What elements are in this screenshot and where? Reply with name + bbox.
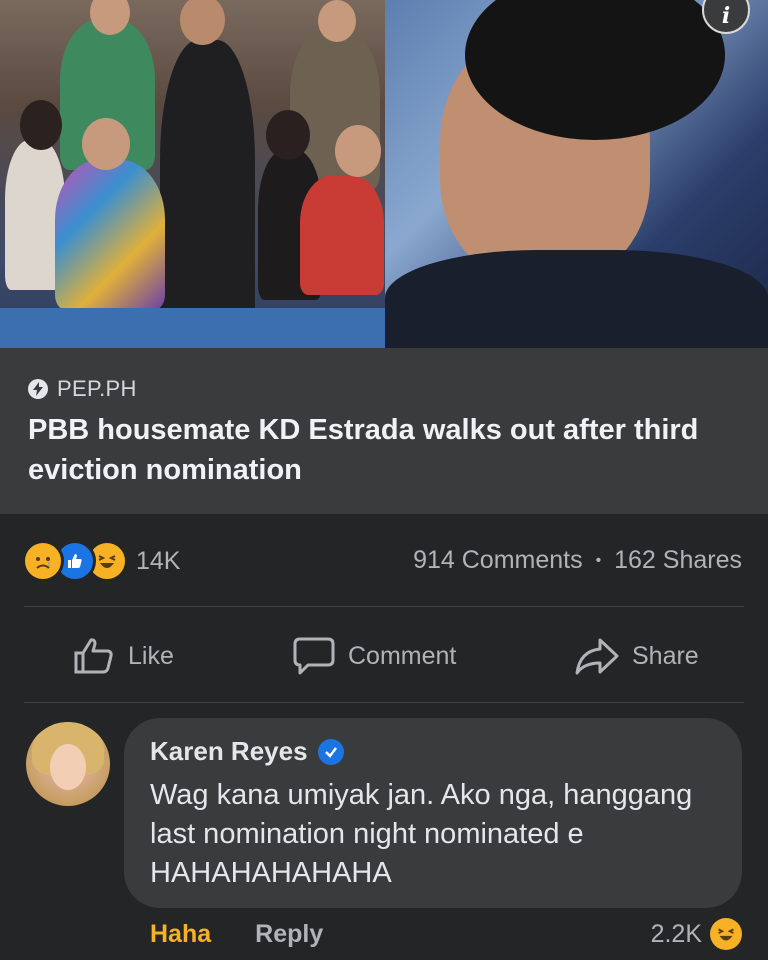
comment-author: Karen Reyes xyxy=(150,736,344,767)
like-button[interactable]: Like xyxy=(72,636,174,676)
comment-text: Wag kana umiyak jan. Ako nga, hanggang l… xyxy=(150,779,693,889)
haha-icon xyxy=(710,918,742,950)
reply-button[interactable]: Reply xyxy=(255,920,323,949)
post-image[interactable]: i xyxy=(0,0,768,348)
link-source-label: PEP.PH xyxy=(57,376,137,401)
housemate-figure xyxy=(160,40,255,340)
housemate-head xyxy=(318,0,356,42)
reaction-summary[interactable]: 14K xyxy=(22,540,180,582)
comment-actions: Haha Reply xyxy=(150,920,323,949)
image-left-panel xyxy=(0,0,385,348)
link-source: PEP.PH xyxy=(28,376,137,402)
verified-badge-icon xyxy=(317,738,344,765)
share-arrow-icon xyxy=(575,638,619,675)
comments-count[interactable]: 914 Comments xyxy=(413,546,583,574)
stats-separator: • xyxy=(595,552,602,570)
housemate-head xyxy=(180,0,225,45)
link-headline[interactable]: PBB housemate KD Estrada walks out after… xyxy=(28,410,728,490)
housemate-head xyxy=(266,110,310,160)
image-right-panel: i xyxy=(385,0,768,348)
comment-reaction-count: 2.2K xyxy=(650,919,702,948)
avatar-face xyxy=(50,744,86,790)
divider xyxy=(24,606,744,607)
author-name[interactable]: Karen Reyes xyxy=(150,736,308,767)
sad-icon xyxy=(22,540,64,582)
comment-bubble-icon xyxy=(293,637,335,675)
share-label: Share xyxy=(632,641,699,670)
lightning-bolt-icon xyxy=(28,379,48,399)
housemate-head xyxy=(20,100,62,150)
divider xyxy=(24,702,744,703)
like-outline-icon xyxy=(74,638,113,674)
shares-count[interactable]: 162 Shares xyxy=(614,546,742,574)
avatar[interactable] xyxy=(26,722,110,806)
jacket xyxy=(385,250,768,348)
share-button[interactable]: Share xyxy=(574,636,699,676)
housemate-figure xyxy=(55,160,165,310)
comment-button[interactable]: Comment xyxy=(292,636,456,676)
sofa xyxy=(0,308,385,348)
comment-bubble: Karen Reyes Wag kana umiyak jan. Ako nga… xyxy=(124,718,742,908)
post-action-bar: Like Comment Share xyxy=(0,608,768,702)
housemate-head xyxy=(82,118,130,170)
comment-reaction-button[interactable]: Haha xyxy=(150,920,211,949)
housemate-figure xyxy=(300,175,384,295)
like-label: Like xyxy=(128,641,174,670)
comment-label: Comment xyxy=(348,641,457,670)
link-preview-card[interactable]: PEP.PH PBB housemate KD Estrada walks ou… xyxy=(0,348,768,514)
reaction-count: 14K xyxy=(136,546,181,575)
housemate-head xyxy=(335,125,381,177)
comments-shares: 914 Comments • 162 Shares xyxy=(413,546,742,575)
post-stats: 14K 914 Comments • 162 Shares xyxy=(0,514,768,606)
comment-reaction-summary[interactable]: 2.2K xyxy=(651,918,742,950)
